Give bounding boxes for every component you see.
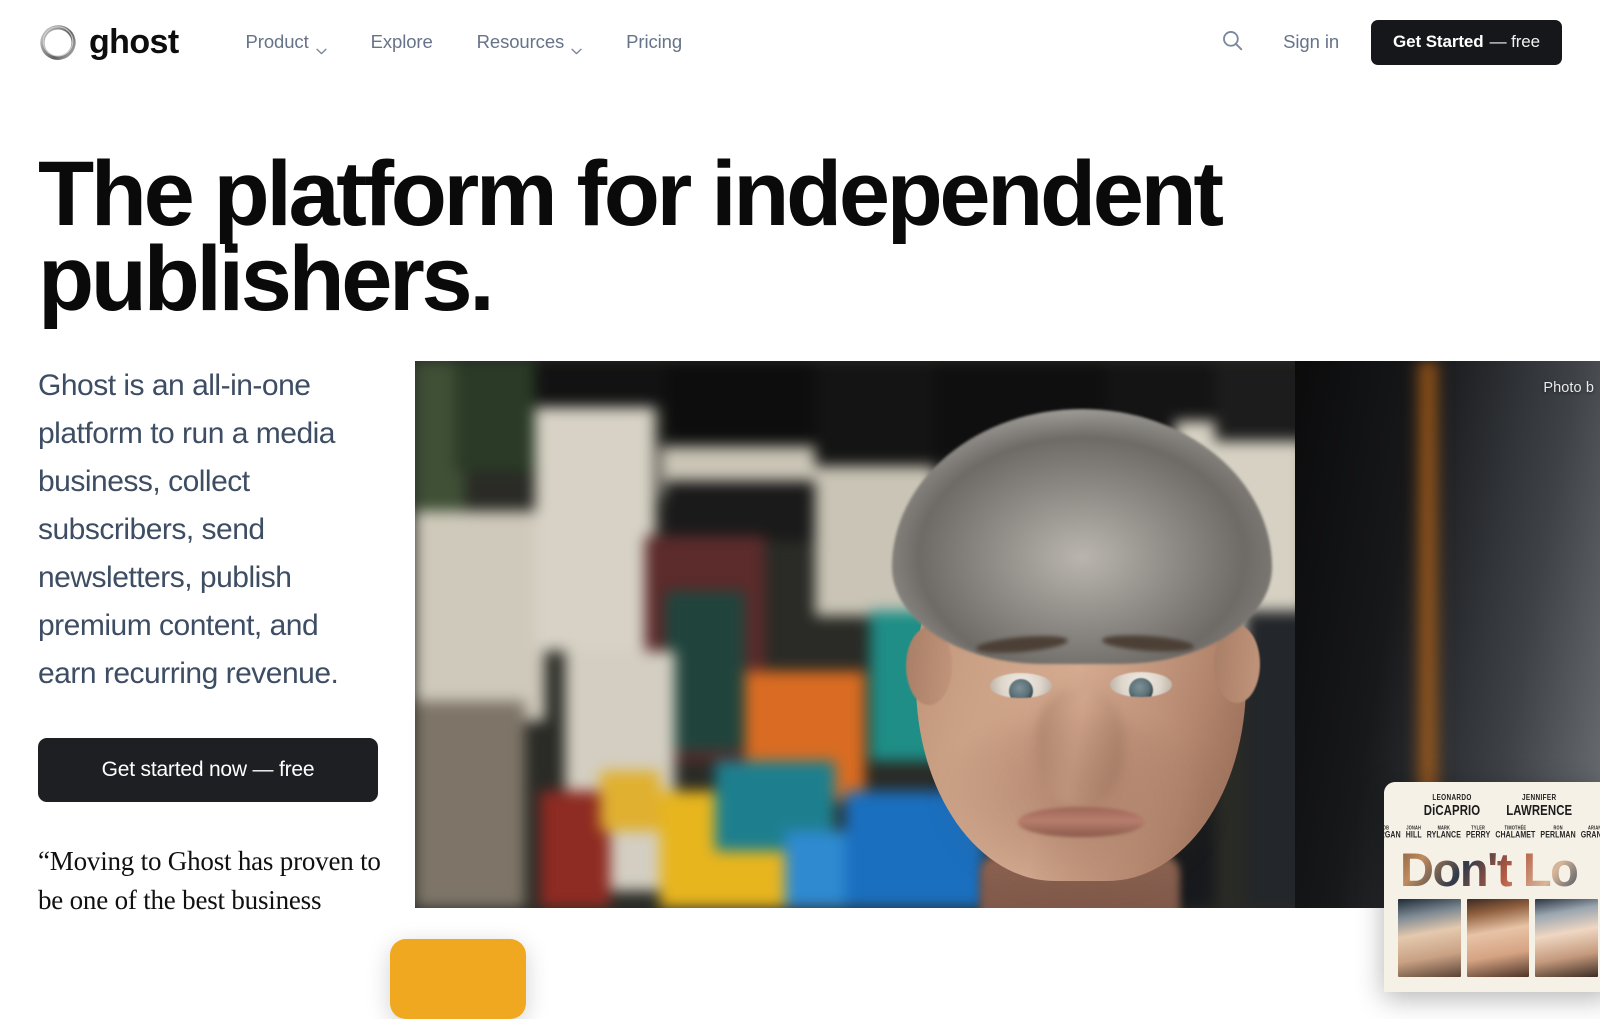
nav-label: Pricing [626, 30, 683, 52]
nav-label: Product [245, 30, 309, 52]
sign-in-link[interactable]: Sign in [1267, 21, 1355, 63]
poster-cast-names: ROB MORGAN JONAH HILL MARK RYLANCE TYLER… [1384, 817, 1600, 839]
chevron-down-icon [315, 40, 327, 54]
search-icon [1221, 29, 1244, 55]
photo-subject-portrait [870, 389, 1290, 908]
poster-title: Don't Lo [1384, 846, 1600, 893]
hero-copy-column: Ghost is an all-in-one platform to run a… [38, 362, 384, 920]
nav-label: Resources [476, 30, 565, 52]
amber-accent-card [390, 939, 526, 1019]
header-actions: Sign in Get Started — free [1211, 19, 1562, 65]
poster-face-strip [1384, 899, 1600, 978]
poster-cast-member: TYLER PERRY [1465, 825, 1491, 840]
brand-wordmark: ghost [89, 23, 179, 61]
poster-cast-last: RYLANCE [1426, 830, 1461, 840]
get-started-hero-button[interactable]: Get started now — free [38, 738, 378, 802]
poster-star-last: LAWRENCE [1506, 803, 1573, 819]
page-title: The platform for independent publishers. [38, 143, 1224, 330]
poster-cast-member: MARK RYLANCE [1426, 825, 1461, 840]
poster-cast-last: GRANDE [1580, 830, 1600, 840]
poster-face-tile [1535, 899, 1599, 978]
chevron-down-icon [571, 40, 582, 54]
site-header: ghost Product Explore Resources Pricing [0, 0, 1600, 84]
poster-cast-member: ROB MORGAN [1384, 825, 1401, 840]
poster-cast-last: PERLMAN [1540, 830, 1576, 840]
poster-star-last: DiCAPRIO [1423, 803, 1481, 819]
poster-cast-last: CHALAMET [1495, 830, 1536, 840]
poster-star: JENNIFER LAWRENCE [1506, 794, 1573, 819]
movie-poster-card[interactable]: LEONARDO DiCAPRIO JENNIFER LAWRENCE ROB … [1384, 782, 1600, 992]
nav-item-product[interactable]: Product [224, 23, 349, 62]
primary-navigation: Product Explore Resources Pricing [224, 23, 704, 62]
poster-cast-member: JONAH HILL [1405, 825, 1422, 840]
poster-face-tile [1466, 899, 1530, 978]
brand-logo-link[interactable]: ghost [38, 22, 179, 62]
search-button[interactable] [1211, 21, 1253, 63]
testimonial-quote: “Moving to Ghost has proven to be one of… [38, 846, 381, 916]
poster-star: LEONARDO DiCAPRIO [1423, 794, 1481, 819]
poster-cast-last: HILL [1405, 830, 1422, 840]
hero-subtitle: Ghost is an all-in-one platform to run a… [38, 369, 339, 690]
nav-item-explore[interactable]: Explore [349, 23, 455, 62]
poster-face-tile [1398, 899, 1461, 978]
photo-credit: Photo b [1543, 380, 1594, 396]
nav-item-pricing[interactable]: Pricing [604, 23, 704, 62]
poster-star-names: LEONARDO DiCAPRIO JENNIFER LAWRENCE [1384, 782, 1600, 819]
poster-cast-last: PERRY [1465, 830, 1491, 840]
poster-cast-member: ARIANA GRANDE [1580, 825, 1600, 840]
get-started-header-button[interactable]: Get Started — free [1371, 19, 1562, 65]
hero-section: The platform for independent publishers.… [0, 84, 1600, 1019]
nav-label: Explore [370, 30, 433, 52]
cta-thin-label: — free [1489, 32, 1541, 51]
poster-cast-member: TIMOTHÉE CHALAMET [1495, 825, 1536, 840]
poster-cast-member: RON PERLMAN [1540, 825, 1576, 840]
cta-strong-label: Get Started [1393, 32, 1484, 51]
poster-cast-last: MORGAN [1384, 830, 1401, 840]
nav-item-resources[interactable]: Resources [455, 23, 605, 62]
ghost-ring-logo-icon [38, 22, 78, 62]
